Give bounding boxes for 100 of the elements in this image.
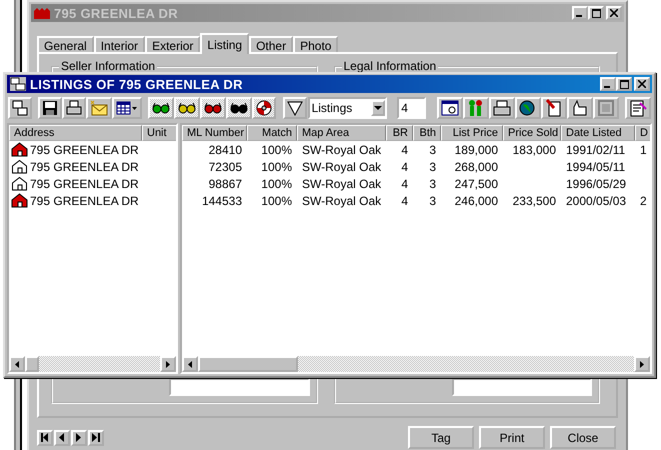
column-header[interactable]: D <box>635 125 650 141</box>
maximize-button[interactable] <box>616 77 632 91</box>
close-button[interactable] <box>634 77 650 91</box>
column-header[interactable]: List Price <box>441 125 503 141</box>
maximize-icon <box>592 8 600 18</box>
minimize-button[interactable] <box>572 6 588 20</box>
text-field[interactable] <box>169 378 310 396</box>
people-button[interactable] <box>462 97 489 119</box>
previous-button[interactable] <box>54 430 70 446</box>
horizontal-scrollbar[interactable] <box>182 356 650 372</box>
window-title: 795 GREENLEA DR <box>54 6 178 20</box>
maximize-icon <box>620 80 628 88</box>
column-header[interactable]: Map Area <box>297 125 386 141</box>
column-header[interactable]: Date Listed <box>561 125 635 141</box>
push-button[interactable]: Print <box>479 426 545 449</box>
disc-button[interactable] <box>252 97 276 119</box>
window-title: LISTINGS OF 795 GREENLEA DR <box>30 76 243 92</box>
envelope-icon <box>90 100 108 116</box>
printer-icon <box>492 99 511 117</box>
windows-button[interactable] <box>8 97 32 119</box>
push-button[interactable]: Close <box>550 426 616 449</box>
table-cell: SW-Royal Oak <box>302 160 382 174</box>
table-cell: SW-Royal Oak <box>302 176 382 190</box>
table-cell: 100% <box>261 142 292 156</box>
view-dropdown[interactable]: Listings <box>308 97 387 119</box>
maximize-button[interactable] <box>588 6 604 20</box>
scrollbar-thumb[interactable] <box>198 356 298 372</box>
table-cell: 100% <box>261 176 292 190</box>
column-header[interactable]: Bth <box>413 125 441 141</box>
table-cell: 144533 <box>202 194 242 208</box>
floppy-icon <box>42 100 58 116</box>
close-button[interactable] <box>606 6 622 20</box>
group-title: Legal Information <box>342 59 438 73</box>
houses-icon <box>34 7 50 19</box>
glasses-button[interactable] <box>148 97 174 119</box>
table-cell: 28410 <box>208 142 242 156</box>
filter-button[interactable] <box>282 97 307 119</box>
document-button[interactable] <box>436 97 463 119</box>
scrollbar-thumb[interactable] <box>25 356 39 372</box>
print-button[interactable] <box>62 97 86 119</box>
column-header[interactable]: Match <box>247 125 297 141</box>
disc-icon <box>256 100 272 116</box>
column-header[interactable]: BR <box>386 125 413 141</box>
glasses-button[interactable] <box>174 97 200 119</box>
table-cell: 3 <box>429 194 436 208</box>
table-cell: 100% <box>261 160 292 174</box>
people-icon <box>466 99 485 117</box>
frame-button[interactable] <box>592 97 619 119</box>
save-button[interactable] <box>38 97 62 119</box>
table-cell: 4 <box>401 142 408 156</box>
first-button[interactable] <box>37 430 53 446</box>
grid-icon <box>116 100 138 116</box>
table-cell: SW-Royal Oak <box>302 142 382 156</box>
text-field[interactable] <box>452 378 592 396</box>
last-button[interactable] <box>88 430 104 446</box>
table-cell: 246,000 <box>454 194 498 208</box>
horizontal-scrollbar[interactable] <box>9 356 176 372</box>
tab[interactable]: Listing <box>200 33 250 54</box>
count-field[interactable]: 4 <box>397 97 426 119</box>
hand-button[interactable] <box>566 97 593 119</box>
table-cell: 1994/05/11 <box>566 160 626 174</box>
glasses-button[interactable] <box>200 97 226 119</box>
next-icon <box>76 433 82 442</box>
file-button[interactable] <box>540 97 567 119</box>
table-cell: 2 <box>640 194 647 208</box>
glasses-icon <box>204 102 222 114</box>
printer-button[interactable] <box>488 97 515 119</box>
address-cell: 795 GREENLEA DR <box>30 160 139 174</box>
clipboard-icon <box>629 99 647 117</box>
grid-button[interactable] <box>112 97 142 119</box>
minimize-button[interactable] <box>600 77 616 91</box>
globe-icon <box>518 99 537 117</box>
filter-icon <box>286 100 303 116</box>
table-cell: 268,000 <box>454 160 498 174</box>
table-cell: SW-Royal Oak <box>302 194 382 208</box>
mail-button[interactable] <box>86 97 112 119</box>
house-icon <box>11 193 28 208</box>
next-button[interactable] <box>71 430 87 446</box>
glasses-button[interactable] <box>226 97 252 119</box>
printer-icon <box>66 100 82 116</box>
column-header[interactable]: ML Number <box>182 125 247 141</box>
house-outline-icon <box>11 176 28 191</box>
globe-button[interactable] <box>514 97 541 119</box>
edit-button[interactable] <box>625 97 651 119</box>
table-cell: 4 <box>401 160 408 174</box>
glasses-icon <box>152 102 170 114</box>
column-header[interactable]: Unit <box>142 125 176 141</box>
column-header[interactable]: Price Sold <box>503 125 561 141</box>
right-arrow-icon <box>166 360 170 368</box>
table-cell: 4 <box>401 176 408 190</box>
table-cell: 3 <box>429 160 436 174</box>
column-header[interactable]: Address <box>9 125 142 141</box>
table-cell: 189,000 <box>454 142 498 156</box>
address-cell: 795 GREENLEA DR <box>30 194 139 208</box>
push-button[interactable]: Tag <box>408 426 474 449</box>
table-cell: 1 <box>640 142 647 156</box>
glasses-icon <box>178 102 196 114</box>
table-cell: 3 <box>429 176 436 190</box>
table-cell: 1996/05/29 <box>566 176 626 190</box>
caret-icon <box>374 106 382 110</box>
